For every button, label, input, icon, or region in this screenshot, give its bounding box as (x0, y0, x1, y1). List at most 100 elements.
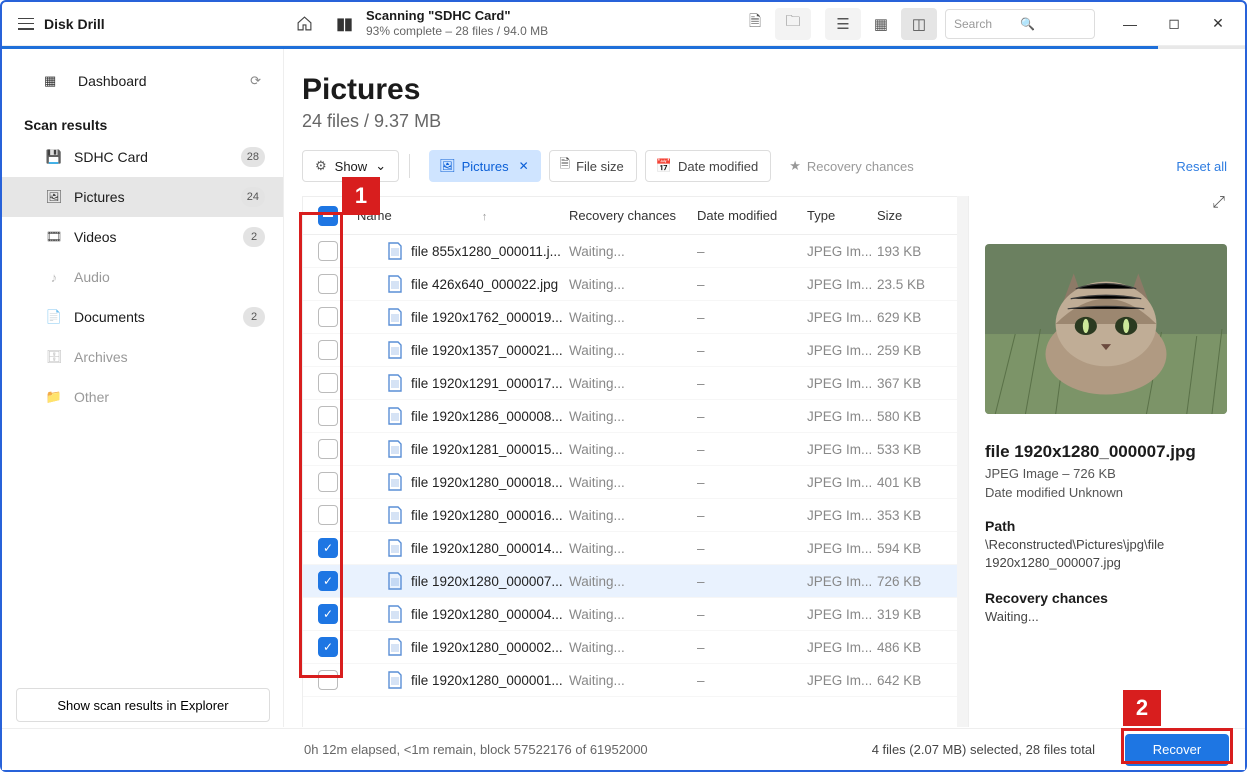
filter-chip-pictures[interactable]: 🖼 Pictures ✕ (429, 150, 541, 182)
row-size: 629 KB (877, 310, 957, 325)
row-recovery: Waiting... (569, 409, 697, 424)
table-row[interactable]: ✓ file 1920x1280_000014... Waiting... – … (303, 532, 957, 565)
reset-all-link[interactable]: Reset all (1176, 159, 1227, 174)
table-row[interactable]: ✓ file 1920x1280_000004... Waiting... – … (303, 598, 957, 631)
search-input[interactable]: Search 🔍 (945, 9, 1095, 39)
view-split-button[interactable]: ◫ (901, 8, 937, 40)
row-checkbox[interactable] (318, 241, 338, 261)
table-row[interactable]: file 1920x1281_000015... Waiting... – JP… (303, 433, 957, 466)
chip-icon: 🗎 (560, 155, 570, 177)
row-checkbox[interactable]: ✓ (318, 571, 338, 591)
column-type[interactable]: Type (807, 208, 877, 223)
sidebar-dashboard[interactable]: ▦ Dashboard ⟳ (2, 63, 283, 107)
file-icon-button[interactable]: 🗎 (737, 8, 773, 40)
file-icon (387, 374, 403, 392)
chip-close-icon[interactable]: ✕ (519, 159, 529, 173)
row-date: – (697, 640, 807, 655)
row-checkbox[interactable] (318, 670, 338, 690)
row-type: JPEG Im... (807, 277, 877, 292)
column-name[interactable]: Name↑ (353, 208, 569, 223)
column-date[interactable]: Date modified (697, 208, 807, 223)
view-list-button[interactable]: ☰ (825, 8, 861, 40)
row-checkbox[interactable] (318, 274, 338, 294)
table-row[interactable]: file 1920x1762_000019... Waiting... – JP… (303, 301, 957, 334)
chip-icon: 🖼 (439, 158, 456, 174)
row-size: 594 KB (877, 541, 957, 556)
hamburger-icon[interactable] (18, 18, 34, 30)
file-icon (387, 638, 403, 656)
app-title: Disk Drill (44, 16, 105, 32)
sidebar-item-other[interactable]: 📁 Other (2, 377, 283, 417)
preview-rc: Waiting... (985, 608, 1227, 626)
chip-label: Date modified (678, 159, 758, 174)
annotation-label-2: 2 (1123, 690, 1161, 726)
open-external-icon[interactable]: ⤢ (1212, 194, 1225, 212)
sidebar-item-audio[interactable]: ♪ Audio (2, 257, 283, 297)
row-checkbox[interactable] (318, 307, 338, 327)
pause-scan-button[interactable]: ▮▮ (324, 4, 364, 44)
scrollbar[interactable] (957, 196, 969, 727)
row-checkbox[interactable] (318, 472, 338, 492)
table-row[interactable]: file 1920x1280_000018... Waiting... – JP… (303, 466, 957, 499)
filter-chip-recovery-chances[interactable]: ★ Recovery chances (779, 150, 926, 182)
page-title: Pictures (302, 73, 1227, 107)
row-size: 353 KB (877, 508, 957, 523)
row-checkbox[interactable]: ✓ (318, 538, 338, 558)
table-row[interactable]: file 426x640_000022.jpg Waiting... – JPE… (303, 268, 957, 301)
table-header: Name↑ Recovery chances Date modified Typ… (303, 197, 957, 235)
sidebar-item-icon: 🗄 (44, 349, 64, 365)
row-checkbox[interactable]: ✓ (318, 637, 338, 657)
file-icon (387, 605, 403, 623)
row-type: JPEG Im... (807, 475, 877, 490)
show-in-explorer-button[interactable]: Show scan results in Explorer (16, 688, 270, 722)
row-date: – (697, 574, 807, 589)
column-size[interactable]: Size (877, 208, 957, 223)
row-checkbox[interactable] (318, 406, 338, 426)
file-name: file 1920x1286_000008... (411, 409, 563, 424)
table-row[interactable]: file 855x1280_000011.j... Waiting... – J… (303, 235, 957, 268)
row-recovery: Waiting... (569, 277, 697, 292)
maximize-button[interactable]: ◻ (1153, 4, 1195, 44)
select-all-checkbox[interactable] (318, 206, 338, 226)
row-checkbox[interactable]: ✓ (318, 604, 338, 624)
recover-button[interactable]: Recover (1125, 734, 1229, 766)
table-row[interactable]: file 1920x1286_000008... Waiting... – JP… (303, 400, 957, 433)
row-size: 23.5 KB (877, 277, 957, 292)
row-checkbox[interactable] (318, 505, 338, 525)
table-row[interactable]: file 1920x1280_000001... Waiting... – JP… (303, 664, 957, 697)
row-checkbox[interactable] (318, 340, 338, 360)
sidebar-item-badge: 24 (241, 187, 265, 207)
file-icon (387, 539, 403, 557)
sidebar-item-sdhc-card[interactable]: 💾 SDHC Card 28 (2, 137, 283, 177)
sidebar-item-archives[interactable]: 🗄 Archives (2, 337, 283, 377)
table-row[interactable]: ✓ file 1920x1280_000002... Waiting... – … (303, 631, 957, 664)
home-button[interactable] (284, 4, 324, 44)
view-grid-button[interactable]: ▦ (863, 8, 899, 40)
table-row[interactable]: file 1920x1280_000016... Waiting... – JP… (303, 499, 957, 532)
row-type: JPEG Im... (807, 640, 877, 655)
filter-chip-file-size[interactable]: 🗎 File size (549, 150, 637, 182)
sidebar-item-pictures[interactable]: 🖼 Pictures 24 (2, 177, 283, 217)
folder-icon-button[interactable]: 🗀 (775, 8, 811, 40)
sidebar-item-documents[interactable]: 📄 Documents 2 (2, 297, 283, 337)
table-row[interactable]: ✓ file 1920x1280_000007... Waiting... – … (303, 565, 957, 598)
row-checkbox[interactable] (318, 373, 338, 393)
row-size: 486 KB (877, 640, 957, 655)
column-recovery[interactable]: Recovery chances (569, 208, 697, 223)
sidebar-section-label: Scan results (2, 107, 283, 137)
show-label: Show (335, 159, 368, 174)
row-type: JPEG Im... (807, 442, 877, 457)
table-row[interactable]: file 1920x1357_000021... Waiting... – JP… (303, 334, 957, 367)
table-row[interactable]: file 1920x1291_000017... Waiting... – JP… (303, 367, 957, 400)
file-icon (387, 473, 403, 491)
close-button[interactable]: ✕ (1197, 4, 1239, 44)
preview-rc-label: Recovery chances (985, 590, 1227, 606)
sidebar-item-videos[interactable]: 🎞 Videos 2 (2, 217, 283, 257)
row-type: JPEG Im... (807, 607, 877, 622)
dashboard-icon: ▦ (44, 73, 64, 89)
minimize-button[interactable]: — (1109, 4, 1151, 44)
row-checkbox[interactable] (318, 439, 338, 459)
file-name: file 855x1280_000011.j... (411, 244, 561, 259)
row-recovery: Waiting... (569, 640, 697, 655)
filter-chip-date-modified[interactable]: 📅 Date modified (645, 150, 771, 182)
